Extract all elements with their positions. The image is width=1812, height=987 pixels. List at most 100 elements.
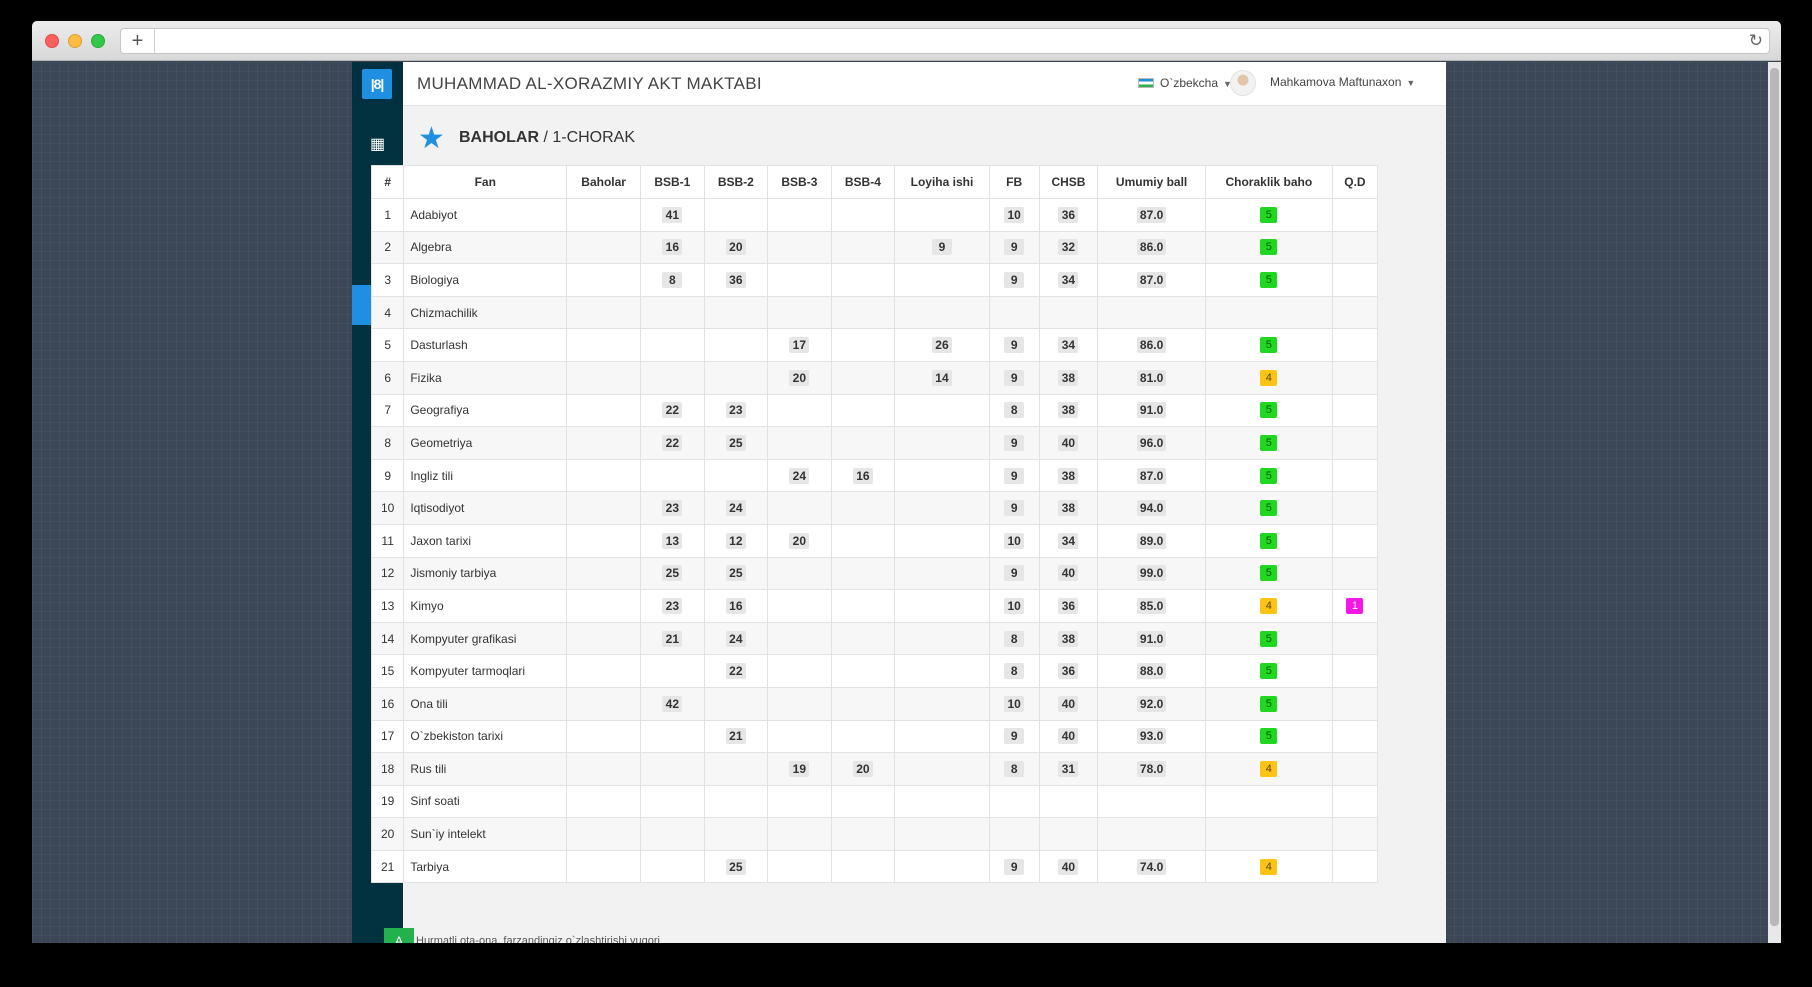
sidebar-item-calendar[interactable]: ▦ (352, 125, 403, 165)
address-bar[interactable]: + ↻ (120, 28, 1770, 54)
table-cell: 5 (1204, 556, 1333, 591)
table-cell: 23 (640, 491, 705, 525)
language-selector[interactable]: O`zbekcha ▼ (1138, 76, 1232, 90)
table-cell: 5 (1204, 230, 1333, 265)
table-cell (1331, 393, 1379, 428)
score-chip: 36 (725, 271, 746, 288)
table-cell: 18 (370, 752, 405, 786)
table-cell (830, 654, 896, 688)
table-cell (640, 849, 705, 884)
table-cell (830, 784, 896, 819)
table-cell (988, 817, 1040, 851)
quarter-grade-badge: 5 (1260, 663, 1278, 680)
table-row: 11 Jaxon tarixi 13 12 20 10 34 89.0 5 (370, 523, 1379, 558)
quarter-grade-badge: 4 (1260, 858, 1278, 875)
table-cell: 9 (988, 849, 1040, 884)
app-title[interactable]: MUHAMMAD AL-XORAZMIY AKT MAKTABI (417, 74, 762, 94)
school-logo[interactable]: |8| (362, 69, 392, 99)
table-cell: 81.0 (1097, 360, 1206, 395)
table-cell: 22 (640, 393, 705, 428)
table-cell (640, 654, 705, 688)
table-cell (767, 393, 832, 428)
score-chip: 87.0 (1136, 467, 1167, 484)
score-chip: 20 (789, 369, 810, 386)
table-cell: 10 (988, 198, 1040, 232)
subject-name: Tarbiya (410, 859, 450, 874)
table-cell (767, 621, 832, 656)
scrollbar-thumb[interactable] (1770, 68, 1779, 926)
quarter-grade-badge: 5 (1260, 271, 1278, 288)
quarter-grade-badge: 5 (1260, 402, 1278, 419)
table-cell: 9 (988, 230, 1040, 265)
quarter-grade-badge: 4 (1260, 369, 1278, 386)
table-cell (767, 719, 832, 754)
table-cell (767, 491, 832, 525)
subject-name: Geometriya (410, 435, 473, 450)
page-scrollbar[interactable] (1768, 62, 1781, 943)
score-chip: 41 (662, 206, 683, 223)
score-chip: 36 (1058, 663, 1079, 680)
score-chip: 86.0 (1136, 239, 1167, 256)
table-cell: Jismoniy tarbiya (403, 556, 568, 591)
table-cell (566, 621, 642, 656)
table-cell: Iqtisodiyot (403, 491, 568, 525)
close-window-button[interactable] (45, 34, 59, 48)
table-cell: Algebra (403, 230, 568, 265)
column-header: # (370, 165, 405, 199)
score-chip: 92.0 (1136, 695, 1167, 712)
score-chip: 9 (931, 239, 952, 256)
table-cell (1331, 621, 1379, 656)
table-cell: 4 (1204, 589, 1333, 623)
score-chip: 16 (852, 467, 873, 484)
reload-icon[interactable]: ↻ (1749, 30, 1763, 52)
table-row: 21 Tarbiya 25 9 40 74.0 4 (370, 849, 1379, 884)
new-tab-icon[interactable]: + (121, 29, 155, 53)
table-cell: 6 (370, 360, 405, 395)
table-row: 5 Dasturlash 17 26 9 34 86.0 5 (370, 328, 1379, 362)
table-cell: 1 (1331, 589, 1379, 623)
score-chip: 10 (1004, 695, 1025, 712)
column-header: Fan (403, 165, 568, 199)
score-chip: 8 (1004, 663, 1025, 680)
score-chip: 12 (725, 532, 746, 549)
maximize-window-button[interactable] (91, 34, 105, 48)
user-name: Mahkamova Maftunaxon (1270, 75, 1402, 90)
column-header: Baholar (566, 165, 642, 199)
table-cell (566, 458, 642, 493)
score-chip: 38 (1058, 500, 1079, 517)
table-cell: 4 (370, 295, 405, 330)
user-menu[interactable]: Mahkamova Maftunaxon ▼ (1230, 70, 1415, 96)
table-cell: 3 (370, 263, 405, 297)
logo-area[interactable]: |8| (352, 62, 403, 106)
column-header: BSB-1 (640, 165, 705, 199)
row-number: 8 (384, 435, 391, 450)
table-cell (1331, 784, 1379, 819)
table-cell (1097, 817, 1206, 851)
table-cell (566, 752, 642, 786)
table-cell (767, 230, 832, 265)
score-chip: 23 (662, 500, 683, 517)
table-cell (1097, 784, 1206, 819)
table-cell (1038, 784, 1099, 819)
table-cell (894, 556, 990, 591)
row-number: 15 (380, 664, 395, 679)
table-cell (767, 589, 832, 623)
table-cell (830, 817, 896, 851)
column-header: BSB-4 (830, 165, 896, 199)
table-cell: Adabiyot (403, 198, 568, 232)
subject-name: Jaxon tarixi (410, 533, 472, 548)
table-cell (767, 784, 832, 819)
table-cell (703, 198, 769, 232)
table-cell (1331, 817, 1379, 851)
table-cell: 9 (370, 458, 405, 493)
score-chip: 85.0 (1136, 597, 1167, 614)
table-row: 16 Ona tili 42 10 40 92.0 5 (370, 686, 1379, 721)
table-cell: 4 (1204, 752, 1333, 786)
score-chip: 24 (789, 467, 810, 484)
table-cell: Tarbiya (403, 849, 568, 884)
table-cell: 96.0 (1097, 426, 1206, 460)
table-cell (830, 198, 896, 232)
minimize-window-button[interactable] (68, 34, 82, 48)
table-row: 19 Sinf soati (370, 784, 1379, 819)
table-cell (830, 230, 896, 265)
